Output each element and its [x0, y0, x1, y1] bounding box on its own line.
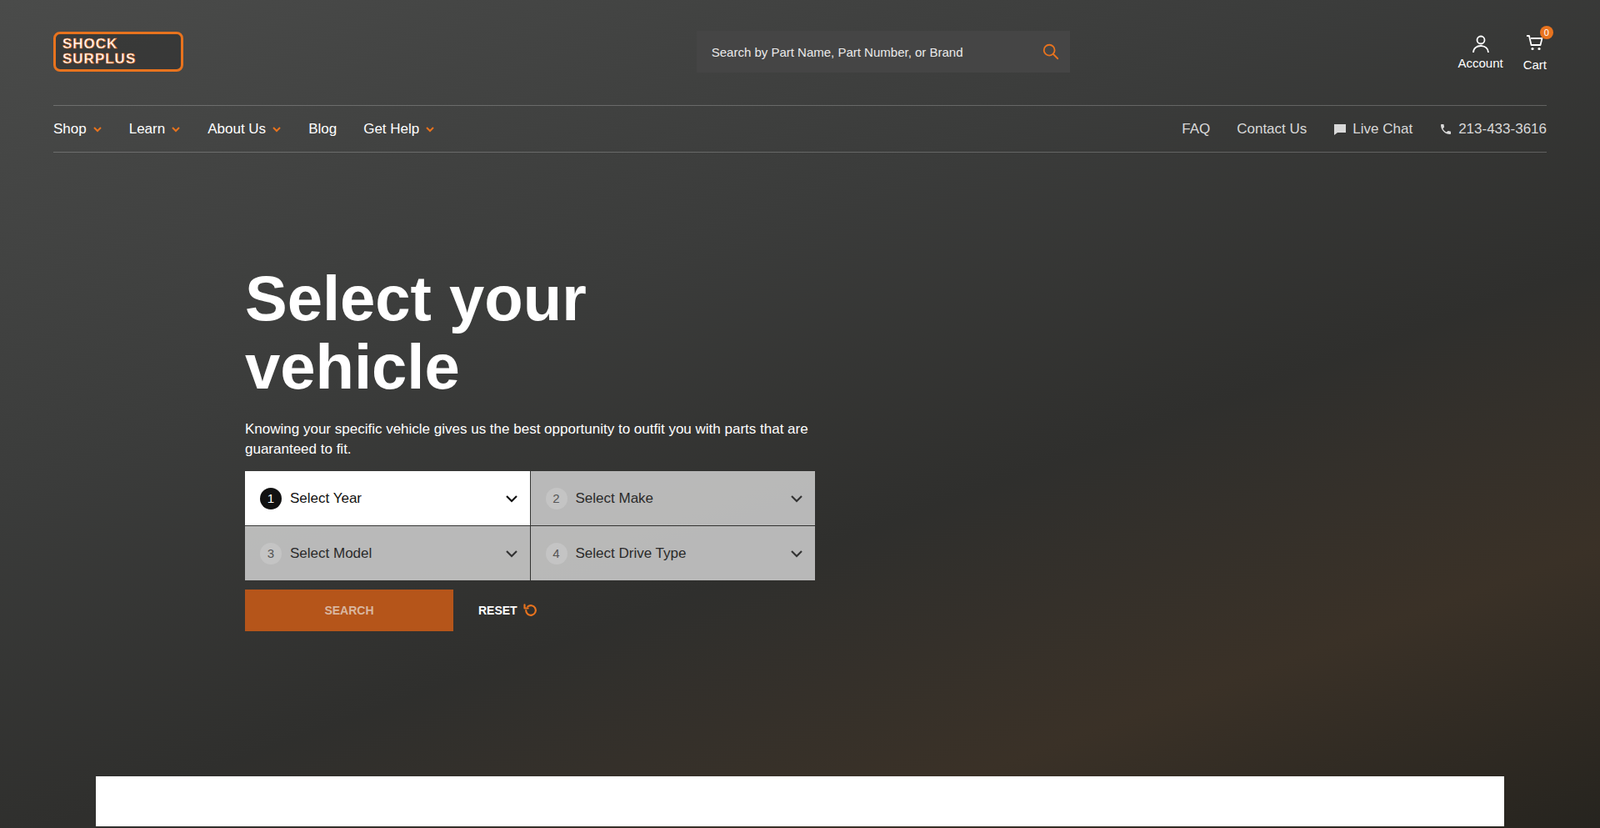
nav-link[interactable]: FAQ — [1181, 120, 1210, 138]
logo-text: SHOCK — [62, 36, 175, 52]
select-label: Select Year — [290, 490, 497, 507]
reset-icon — [522, 601, 540, 619]
chevron-down-icon — [271, 124, 282, 135]
select-label: Select Make — [575, 490, 783, 507]
nav-item[interactable]: Learn — [129, 120, 181, 138]
search-bar[interactable] — [696, 30, 1070, 73]
account-link[interactable]: Account — [1457, 34, 1503, 70]
nav-label: Shop — [53, 120, 87, 138]
nav-item[interactable]: About Us — [207, 120, 282, 138]
content-card — [95, 775, 1505, 826]
cart-count-badge: 0 — [1540, 25, 1554, 40]
select-label: Select Drive Type — [575, 545, 783, 562]
search-button[interactable]: SEARCH — [245, 589, 454, 631]
search-icon[interactable] — [1041, 42, 1060, 61]
select-grid: 1 Select Year 2 Select Make 3 Select Model 4 Se… — [245, 470, 815, 580]
cart-label: Cart — [1523, 57, 1547, 72]
chevron-down-icon — [790, 546, 804, 560]
nav-left: Shop Learn About Us Blog Get Help — [53, 120, 435, 138]
chevron-down-icon — [505, 491, 519, 505]
top-row: SHOCKSURPLUS Account 0Cart — [53, 30, 1547, 74]
nav-link[interactable]: Live Chat — [1333, 120, 1413, 138]
nav-label: About Us — [207, 120, 266, 138]
logo-text: SURPLUS — [62, 51, 175, 67]
nav-label: Get Help — [363, 120, 420, 138]
reset-label: RESET — [478, 603, 518, 617]
chevron-down-icon — [92, 124, 103, 135]
step-number: 4 — [545, 542, 568, 565]
nav-link-label: FAQ — [1181, 120, 1210, 138]
nav-item[interactable]: Blog — [308, 120, 337, 138]
chevron-down-icon — [505, 546, 519, 560]
step-number: 2 — [545, 487, 568, 510]
nav-item[interactable]: Get Help — [363, 120, 435, 138]
nav-link[interactable]: 213-433-3616 — [1439, 120, 1547, 138]
phone-icon — [1439, 122, 1453, 136]
logo[interactable]: SHOCKSURPLUS — [53, 31, 184, 72]
site-header: SHOCKSURPLUSAccount0CartShopLearnAbout U… — [0, 0, 1600, 153]
chevron-down-icon — [170, 124, 181, 135]
vehicle-select: 2 Select Make — [530, 470, 816, 525]
step-number: 3 — [260, 542, 282, 565]
cart-icon-wrap: 0 — [1525, 32, 1545, 56]
step-number: 1 — [260, 487, 282, 510]
account-label: Account — [1457, 55, 1503, 70]
nav-label: Blog — [308, 120, 337, 138]
nav-link-label: Live Chat — [1352, 120, 1413, 138]
nav-item[interactable]: Shop — [53, 120, 103, 138]
user-icon — [1470, 34, 1491, 55]
vehicle-select: 3 Select Model — [245, 525, 530, 580]
nav-right: FAQ Contact Us Live Chat 213-433-3616 — [1181, 120, 1547, 138]
nav-label: Learn — [129, 120, 165, 138]
header-actions: Account 0Cart — [1457, 32, 1547, 72]
nav-link[interactable]: Contact Us — [1236, 120, 1307, 138]
select-label: Select Model — [290, 545, 497, 562]
vehicle-selector: Select your vehicle Knowing your specific… — [0, 264, 1600, 631]
chevron-down-icon — [425, 124, 435, 135]
chevron-down-icon — [790, 491, 804, 505]
main-nav: Shop Learn About Us Blog Get Help FAQ Contact … — [53, 105, 1547, 153]
nav-link-label: 213-433-3616 — [1458, 120, 1547, 138]
hero-subtitle: Knowing your specific vehicle gives us t… — [245, 419, 820, 460]
vehicle-select: 4 Select Drive Type — [530, 525, 816, 580]
hero-title: Select your vehicle — [245, 264, 745, 401]
reset-button[interactable]: RESET — [478, 601, 540, 619]
vehicle-select[interactable]: 1 Select Year — [245, 470, 530, 525]
cart-link[interactable]: 0Cart — [1523, 32, 1547, 72]
nav-link-label: Contact Us — [1236, 120, 1307, 138]
chat-icon — [1333, 122, 1347, 136]
button-row: SEARCH RESET — [245, 589, 1600, 631]
page: SHOCKSURPLUSAccount0CartShopLearnAbout U… — [0, 0, 1600, 828]
search-input[interactable] — [710, 44, 1035, 60]
